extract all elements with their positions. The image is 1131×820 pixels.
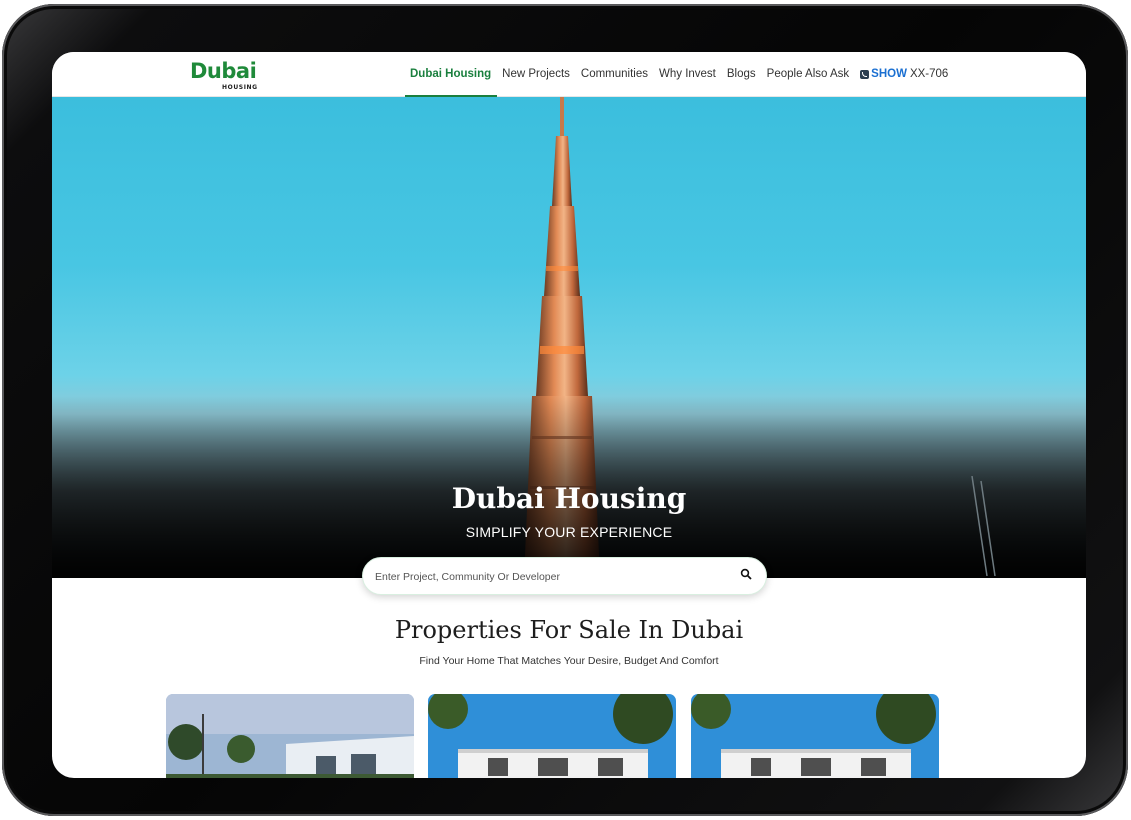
- property-image: [428, 694, 676, 778]
- section-subtitle: Find Your Home That Matches Your Desire,…: [419, 655, 719, 667]
- nav-item-communities[interactable]: Communities: [581, 52, 648, 96]
- site-header: Dubai HOUSING Dubai Housing New Projects…: [52, 52, 1086, 97]
- search-icon: [740, 568, 752, 580]
- search-input[interactable]: [373, 566, 717, 588]
- property-image: [166, 694, 414, 778]
- property-card[interactable]: [166, 694, 414, 778]
- nav-item-blogs[interactable]: Blogs: [727, 52, 756, 96]
- logo-tagline: HOUSING: [222, 84, 258, 91]
- phone-show-label: SHOW: [871, 68, 907, 80]
- property-card[interactable]: [691, 694, 939, 778]
- hero-banner: Dubai Housing SIMPLIFY YOUR EXPERIENCE: [52, 96, 1086, 578]
- hero-subtitle: SIMPLIFY YOUR EXPERIENCE: [465, 524, 673, 540]
- nav-item-new-projects[interactable]: New Projects: [502, 52, 570, 96]
- main-nav: Dubai Housing New Projects Communities W…: [404, 52, 948, 97]
- site-logo[interactable]: Dubai HOUSING: [190, 59, 260, 92]
- section-title: Properties For Sale In Dubai: [394, 616, 744, 644]
- property-card[interactable]: [428, 694, 676, 778]
- phone-reveal-link[interactable]: SHOW XX-706: [860, 68, 948, 80]
- nav-item-dubai-housing[interactable]: Dubai Housing: [404, 52, 498, 97]
- phone-icon: [860, 69, 870, 79]
- phone-number: XX-706: [909, 68, 949, 80]
- hero-title: Dubai Housing: [451, 482, 687, 515]
- logo-wordmark: Dubai: [190, 59, 257, 83]
- search-bar: [362, 557, 767, 595]
- browser-viewport: Dubai HOUSING Dubai Housing New Projects…: [52, 52, 1086, 778]
- search-button[interactable]: [740, 567, 758, 585]
- tablet-frame: Dubai HOUSING Dubai Housing New Projects…: [2, 4, 1128, 816]
- property-image: [691, 694, 939, 778]
- nav-item-people-also-ask[interactable]: People Also Ask: [767, 52, 849, 96]
- nav-item-why-invest[interactable]: Why Invest: [659, 52, 716, 96]
